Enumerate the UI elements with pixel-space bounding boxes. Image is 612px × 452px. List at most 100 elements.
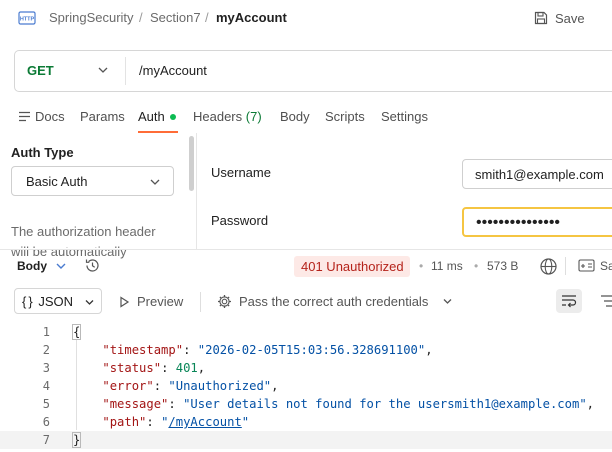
save-response-icon[interactable] <box>578 258 595 273</box>
json-punct: , <box>425 343 433 357</box>
save-button[interactable]: Save <box>533 6 585 30</box>
tab-scripts[interactable]: Scripts <box>325 109 365 124</box>
code-line: 6 "path": "/myAccount" <box>0 413 612 431</box>
format-select[interactable]: {} JSON <box>14 288 102 314</box>
divider <box>125 57 126 85</box>
code-line: 3 "status": 401, <box>0 359 612 377</box>
breadcrumb-request[interactable]: myAccount <box>216 10 287 25</box>
tab-settings[interactable]: Settings <box>381 109 428 124</box>
json-value: " <box>241 415 250 429</box>
auth-hint-label: Pass the correct auth credentials <box>239 294 429 309</box>
json-punct: , <box>271 379 279 393</box>
active-tab-indicator <box>138 131 178 133</box>
save-icon <box>534 11 548 25</box>
auth-type-select[interactable]: Basic Auth <box>11 166 174 196</box>
json-link[interactable]: /myAccount <box>168 415 241 429</box>
code-line: 4 "error": "Unauthorized", <box>0 377 612 395</box>
json-punct <box>73 397 102 411</box>
auth-hint-button[interactable]: Pass the correct auth credentials <box>217 294 428 309</box>
tab-headers-label: Headers <box>193 109 243 124</box>
breadcrumb-collection[interactable]: SpringSecurity <box>49 10 134 25</box>
breadcrumb-folder[interactable]: Section7 <box>150 10 201 25</box>
json-punct: , <box>586 397 594 411</box>
wrap-lines-button[interactable] <box>556 289 582 313</box>
docs-icon <box>19 111 30 122</box>
breadcrumb-separator: / <box>205 10 209 25</box>
globe-icon[interactable] <box>539 257 558 276</box>
code-line: 5 "message": "User details not found for… <box>0 395 612 413</box>
json-punct: , <box>197 361 206 375</box>
url-input[interactable]: /myAccount <box>139 63 207 78</box>
json-punct: : <box>183 343 198 357</box>
json-punct: : <box>161 361 176 375</box>
http-request-icon: HTTP <box>18 11 36 25</box>
separator-dot: • <box>474 259 479 273</box>
history-icon[interactable] <box>84 257 101 274</box>
code-text: } <box>71 431 82 449</box>
json-key: "path" <box>102 415 147 429</box>
response-size[interactable]: 573 B <box>487 259 518 273</box>
auth-description-line: The authorization header <box>11 224 156 239</box>
response-time[interactable]: 11 ms <box>431 259 463 273</box>
code-text: "message": "User details not found for t… <box>73 395 594 413</box>
tab-headers[interactable]: Headers (7) <box>193 109 262 124</box>
divider <box>565 257 566 275</box>
json-value: 401 <box>175 361 198 375</box>
json-punct: : <box>168 397 184 411</box>
json-value: "Unauthorized" <box>168 379 272 393</box>
json-punct <box>73 361 102 375</box>
json-braces-icon: {} <box>22 294 35 309</box>
json-punct: } <box>71 432 82 448</box>
preview-label: Preview <box>137 294 184 309</box>
code-text: "path": "/myAccount" <box>73 413 249 431</box>
json-value: "2026-02-05T15:03:56.328691100" <box>197 343 426 357</box>
tab-auth-label: Auth <box>138 109 165 124</box>
method-select[interactable]: GET <box>27 63 54 78</box>
chevron-down-icon[interactable] <box>55 260 67 272</box>
tab-params[interactable]: Params <box>80 109 125 124</box>
breadcrumb-separator: / <box>139 10 143 25</box>
json-punct <box>73 415 102 429</box>
gear-icon <box>218 295 231 308</box>
response-body-select[interactable]: Body <box>17 259 47 273</box>
svg-text:HTTP: HTTP <box>20 17 35 23</box>
username-field[interactable]: smith1@example.com <box>462 159 612 189</box>
tab-docs[interactable]: Docs <box>35 109 65 124</box>
line-number: 1 <box>42 325 50 339</box>
chevron-down-icon[interactable] <box>442 296 453 307</box>
divider <box>196 133 197 249</box>
tab-body[interactable]: Body <box>280 109 310 124</box>
chevron-down-icon[interactable] <box>97 63 109 77</box>
separator-dot: • <box>419 259 424 273</box>
divider <box>200 292 201 312</box>
auth-type-value: Basic Auth <box>26 174 88 189</box>
chevron-down-icon <box>150 179 160 185</box>
format-label: JSON <box>38 294 73 309</box>
json-key: "message" <box>102 397 169 411</box>
code-text: "timestamp": "2026-02-05T15:03:56.328691… <box>73 341 433 359</box>
code-text: "error": "Unauthorized", <box>73 377 279 395</box>
auth-description: The authorization header will be automat… <box>11 222 181 262</box>
tab-headers-count: (7) <box>245 109 262 124</box>
scrollbar[interactable] <box>189 136 194 191</box>
preview-button[interactable]: Preview <box>118 294 183 309</box>
wrap-lines-icon <box>562 295 577 308</box>
tab-auth[interactable]: Auth <box>138 109 176 124</box>
save-response-label[interactable]: Sa <box>600 259 612 273</box>
status-dot-icon <box>169 113 176 120</box>
panel-splitter[interactable] <box>0 249 612 250</box>
chevron-down-icon <box>85 300 94 305</box>
filter-icon[interactable] <box>600 294 612 308</box>
response-body-editor[interactable]: 1 {2 "timestamp": "2026-02-05T15:03:56.32… <box>0 323 612 449</box>
code-line: 2 "timestamp": "2026-02-05T15:03:56.3286… <box>0 341 612 359</box>
status-badge[interactable]: 401 Unauthorized <box>294 256 410 277</box>
json-punct <box>73 379 102 393</box>
password-field[interactable]: ••••••••••••••• <box>462 207 612 237</box>
line-number: 7 <box>42 433 50 447</box>
json-punct: { <box>71 324 82 340</box>
json-key: "error" <box>102 379 154 393</box>
auth-type-label: Auth Type <box>11 145 74 160</box>
line-number: 6 <box>42 415 50 429</box>
request-url-bar: GET /myAccount <box>14 50 612 92</box>
line-number: 5 <box>42 397 50 411</box>
